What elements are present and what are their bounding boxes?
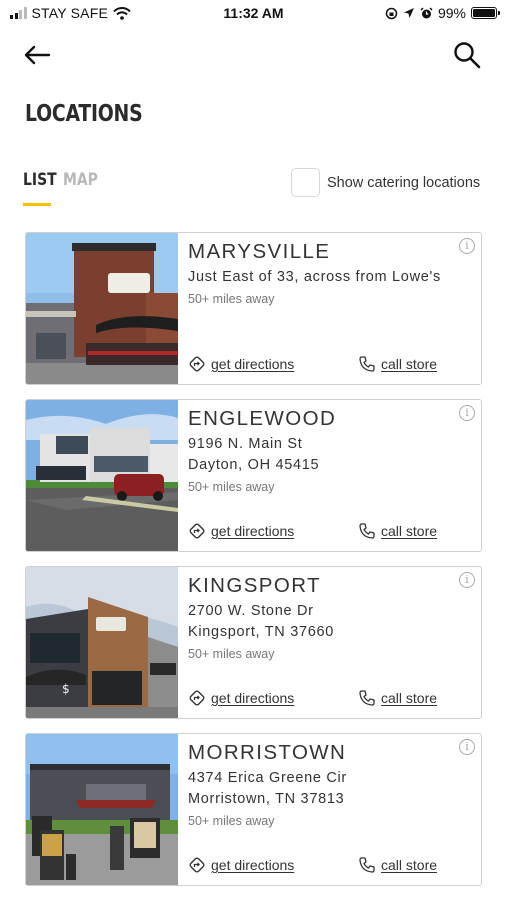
back-button[interactable] <box>22 42 52 68</box>
location-name: ENGLEWOOD <box>188 407 337 430</box>
address-line-1: 9196 N. Main St <box>188 436 303 452</box>
call-store-link[interactable]: call store <box>358 355 437 373</box>
directions-icon <box>189 356 205 372</box>
address-line-2: Dayton, OH 45415 <box>188 457 320 473</box>
call-store-label: call store <box>381 356 438 372</box>
get-directions-link[interactable]: get directions <box>188 522 294 540</box>
phone-icon <box>359 523 375 539</box>
page-title: LOCATIONS <box>25 101 143 127</box>
info-icon[interactable]: i <box>459 739 475 755</box>
phone-icon <box>359 857 375 873</box>
address-line-1: Just East of 33, across from Lowe's <box>188 269 441 285</box>
get-directions-link[interactable]: get directions <box>188 689 294 707</box>
store-photo: $ <box>26 567 178 718</box>
directions-icon <box>189 690 205 706</box>
call-store-label: call store <box>381 857 438 873</box>
status-bar: STAY SAFE 11:32 AM 99% <box>0 0 507 28</box>
store-photo <box>26 734 178 885</box>
get-directions-link[interactable]: get directions <box>188 355 294 373</box>
location-card[interactable]: $ KINGSPORT 2700 W. Stone Dr Kingsport, … <box>25 566 482 719</box>
address-line-1: 2700 W. Stone Dr <box>188 603 314 619</box>
search-button[interactable] <box>452 40 482 70</box>
distance-label: 50+ miles away <box>188 480 275 494</box>
screen-lock-icon <box>385 7 398 19</box>
catering-checkbox[interactable] <box>291 168 320 197</box>
call-store-label: call store <box>381 690 438 706</box>
battery-percent: 99% <box>437 5 466 21</box>
call-store-link[interactable]: call store <box>358 689 437 707</box>
alarm-icon <box>420 6 433 18</box>
get-directions-label: get directions <box>211 356 295 372</box>
info-icon[interactable]: i <box>459 405 475 421</box>
info-icon[interactable]: i <box>459 572 475 588</box>
phone-icon <box>359 356 375 372</box>
battery-icon <box>471 7 500 19</box>
location-name: KINGSPORT <box>188 574 321 597</box>
distance-label: 50+ miles away <box>188 292 275 306</box>
location-card[interactable]: MORRISTOWN 4374 Erica Greene Cir Morrist… <box>25 733 482 886</box>
address-line-1: 4374 Erica Greene Cir <box>188 770 347 786</box>
get-directions-label: get directions <box>211 857 295 873</box>
location-card[interactable]: MARYSVILLE Just East of 33, across from … <box>25 232 482 385</box>
get-directions-label: get directions <box>211 690 295 706</box>
active-tab-indicator <box>23 203 51 206</box>
catering-label: Show catering locations <box>327 174 481 191</box>
location-arrow-icon <box>403 8 414 18</box>
call-store-link[interactable]: call store <box>358 522 437 540</box>
call-store-link[interactable]: call store <box>358 856 437 874</box>
address-line-2: Morristown, TN 37813 <box>188 791 345 807</box>
status-right: 99% <box>385 5 500 21</box>
directions-icon <box>189 523 205 539</box>
search-icon <box>454 42 481 69</box>
directions-icon <box>189 857 205 873</box>
store-photo <box>26 233 178 384</box>
address-line-2: Kingsport, TN 37660 <box>188 624 335 640</box>
svg-text:$: $ <box>62 682 70 696</box>
tab-list[interactable]: LIST <box>23 170 57 190</box>
tab-map[interactable]: MAP <box>63 170 98 190</box>
catering-filter[interactable]: Show catering locations <box>291 168 480 197</box>
get-directions-link[interactable]: get directions <box>188 856 294 874</box>
location-card[interactable]: ENGLEWOOD 9196 N. Main St Dayton, OH 454… <box>25 399 482 552</box>
get-directions-label: get directions <box>211 523 295 539</box>
call-store-label: call store <box>381 523 438 539</box>
location-name: MORRISTOWN <box>188 741 347 764</box>
location-name: MARYSVILLE <box>188 240 331 263</box>
info-icon[interactable]: i <box>459 238 475 254</box>
arrow-left-icon <box>24 45 51 65</box>
store-photo <box>26 400 178 551</box>
distance-label: 50+ miles away <box>188 814 275 828</box>
phone-icon <box>359 690 375 706</box>
distance-label: 50+ miles away <box>188 647 275 661</box>
